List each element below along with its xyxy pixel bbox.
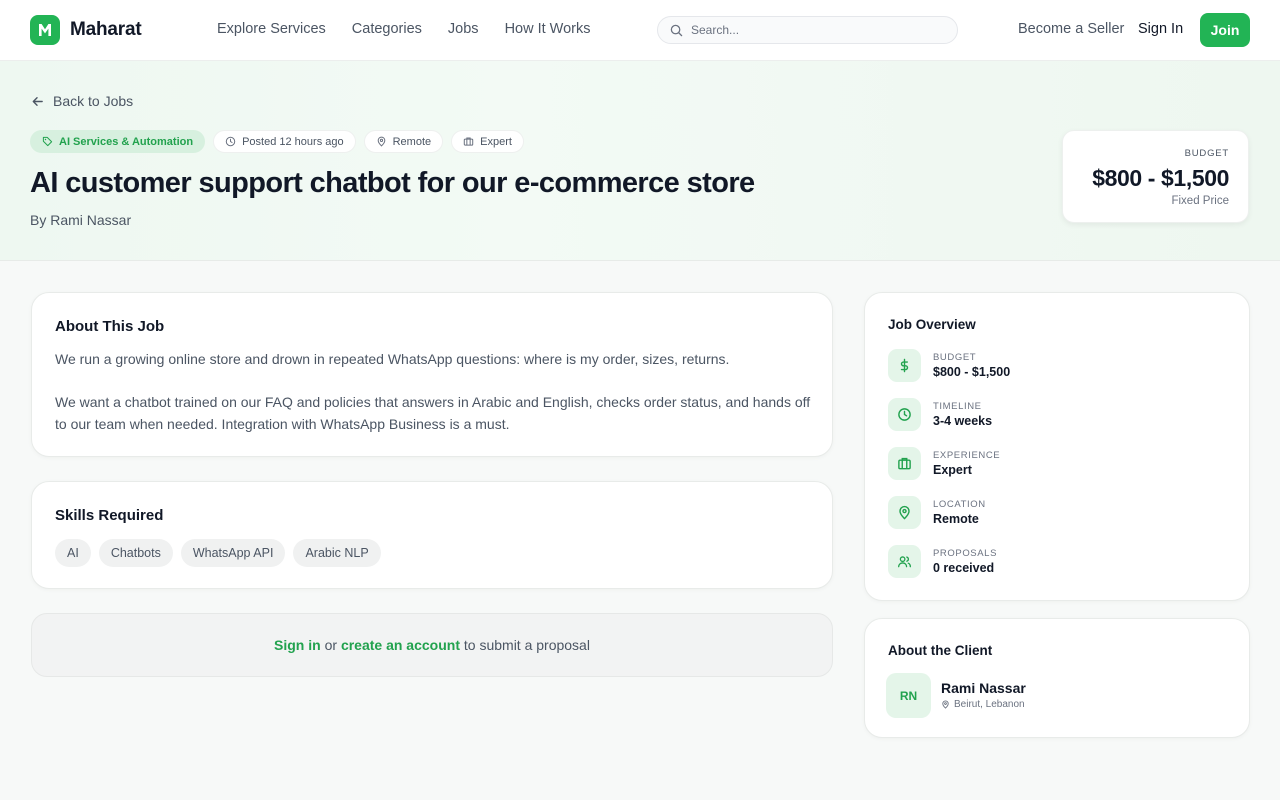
job-tags: AI Services & Automation Posted 12 hours…: [30, 130, 532, 153]
skills-card: Skills Required AI Chatbots WhatsApp API…: [31, 481, 833, 589]
client-location-text: Beirut, Lebanon: [954, 699, 1025, 710]
nav-how-it-works[interactable]: How It Works: [505, 21, 591, 37]
overview-proposals: PROPOSALS 0 received: [888, 545, 997, 578]
overview-experience-value: Expert: [933, 463, 972, 477]
skill-chip[interactable]: WhatsApp API: [180, 539, 286, 567]
briefcase-icon: [888, 447, 921, 480]
overview-budget: BUDGET $800 - $1,500: [888, 349, 1010, 382]
about-client-heading: About the Client: [888, 643, 993, 658]
skills-list: AI Chatbots WhatsApp API Arabic NLP: [55, 539, 389, 567]
cta-suffix-text: to submit a proposal: [460, 637, 590, 653]
cta-create-account-link[interactable]: create an account: [341, 637, 460, 653]
posted-label: Posted 12 hours ago: [242, 135, 344, 148]
arrow-left-icon: [32, 96, 43, 106]
location-pin-icon: [377, 136, 385, 147]
job-hero: Back to Jobs AI Services & Automation Po…: [0, 61, 1280, 261]
clock-icon: [888, 398, 921, 431]
overview-location-value: Remote: [933, 512, 979, 526]
job-title: AI customer support chatbot for our e-co…: [30, 167, 755, 199]
overview-timeline-value: 3-4 weeks: [933, 414, 993, 428]
overview-timeline-label: TIMELINE: [933, 401, 982, 412]
category-tag[interactable]: AI Services & Automation: [30, 130, 206, 153]
proposal-cta: Sign in or create an account to submit a…: [31, 613, 833, 677]
cta-sign-in-link[interactable]: Sign in: [274, 637, 321, 653]
become-seller-link[interactable]: Become a Seller: [1018, 21, 1124, 37]
job-overview-card: Job Overview BUDGET $800 - $1,500 TIMELI…: [864, 292, 1250, 601]
sign-in-link[interactable]: Sign In: [1138, 21, 1183, 37]
client-name[interactable]: Rami Nassar: [941, 680, 1026, 696]
main-nav: Explore Services Categories Jobs How It …: [217, 21, 617, 37]
search-input[interactable]: [691, 23, 941, 37]
overview-proposals-value: 0 received: [933, 561, 995, 575]
level-label: Expert: [480, 135, 512, 148]
dollar-icon: [888, 349, 921, 382]
location-label: Remote: [392, 135, 432, 148]
overview-location-label: LOCATION: [933, 499, 986, 510]
skills-heading: Skills Required: [55, 507, 164, 524]
skill-chip[interactable]: Arabic NLP: [293, 539, 381, 567]
overview-timeline: TIMELINE 3-4 weeks: [888, 398, 992, 431]
overview-proposals-label: PROPOSALS: [933, 548, 998, 559]
budget-label: BUDGET: [1184, 148, 1229, 159]
about-job-paragraph-2: We want a chatbot trained on our FAQ and…: [55, 394, 811, 432]
search-bar[interactable]: [657, 16, 958, 44]
client-location: Beirut, Lebanon: [941, 699, 1025, 710]
top-navbar: Maharat Explore Services Categories Jobs…: [0, 0, 1280, 61]
about-job-paragraph-1: We run a growing online store and drown …: [55, 351, 730, 367]
brand-name: Maharat: [70, 19, 142, 40]
posted-tag: Posted 12 hours ago: [213, 130, 356, 153]
location-pin-icon: [942, 700, 949, 709]
about-job-heading: About This Job: [55, 318, 165, 335]
nav-jobs[interactable]: Jobs: [448, 21, 479, 37]
job-author[interactable]: By Rami Nassar: [30, 212, 131, 228]
level-tag: Expert: [451, 130, 524, 153]
back-to-jobs-link[interactable]: Back to Jobs: [31, 93, 133, 109]
skill-chip[interactable]: AI: [55, 539, 91, 567]
cta-or-text: or: [320, 637, 341, 653]
overview-location: LOCATION Remote: [888, 496, 986, 529]
job-overview-heading: Job Overview: [888, 317, 976, 332]
overview-budget-label: BUDGET: [933, 352, 977, 363]
brand-logo[interactable]: Maharat: [30, 15, 142, 45]
logo-mark-icon: [30, 15, 60, 45]
avatar[interactable]: RN: [886, 673, 931, 718]
budget-value: $800 - $1,500: [1092, 165, 1229, 191]
overview-experience-label: EXPERIENCE: [933, 450, 1001, 461]
location-pin-icon: [888, 496, 921, 529]
search-icon: [670, 24, 683, 36]
about-client-card: About the Client RN Rami Nassar Beirut, …: [864, 618, 1250, 738]
category-label: AI Services & Automation: [59, 135, 194, 148]
join-button[interactable]: Join: [1200, 13, 1250, 47]
briefcase-icon: [463, 137, 474, 146]
about-job-card: About This Job We run a growing online s…: [31, 292, 833, 457]
nav-categories[interactable]: Categories: [352, 21, 422, 37]
budget-card: BUDGET $800 - $1,500 Fixed Price: [1062, 130, 1249, 223]
location-tag: Remote: [363, 130, 444, 153]
users-icon: [888, 545, 921, 578]
nav-explore-services[interactable]: Explore Services: [217, 21, 326, 37]
budget-type: Fixed Price: [1171, 195, 1229, 207]
skill-chip[interactable]: Chatbots: [98, 539, 173, 567]
overview-budget-value: $800 - $1,500: [933, 365, 1011, 379]
overview-experience: EXPERIENCE Expert: [888, 447, 1000, 480]
clock-icon: [225, 136, 236, 147]
tag-icon: [42, 136, 53, 147]
back-label: Back to Jobs: [53, 93, 134, 109]
